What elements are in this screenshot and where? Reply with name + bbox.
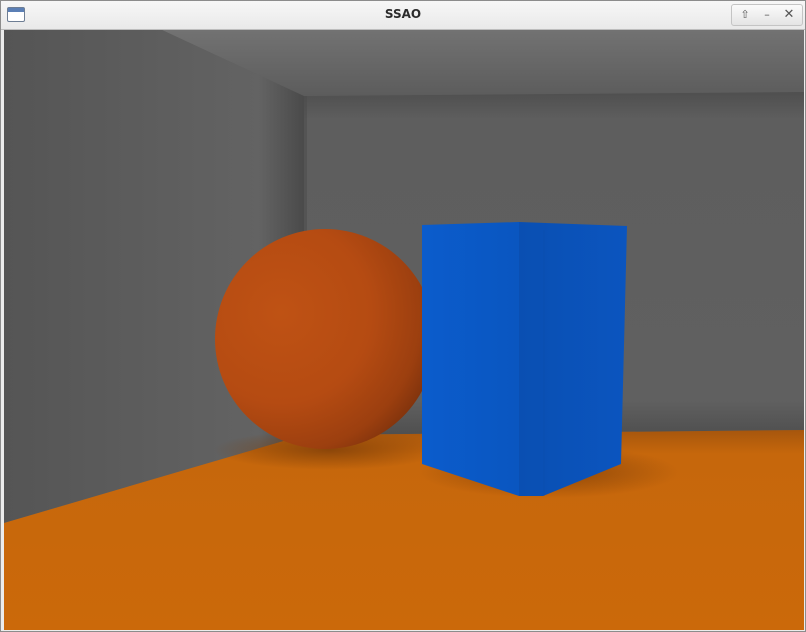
window-title: SSAO <box>384 7 422 21</box>
title-bar[interactable]: SSAO ⇧ – ✕ <box>1 1 805 30</box>
ssao-scene <box>4 30 804 630</box>
window-controls: ⇧ – ✕ <box>731 4 803 26</box>
minimize-icon[interactable]: – <box>756 5 778 25</box>
app-window: SSAO ⇧ – ✕ <box>0 0 806 632</box>
render-viewport[interactable] <box>4 30 804 630</box>
close-icon[interactable]: ✕ <box>778 5 800 25</box>
restore-icon[interactable]: ⇧ <box>734 5 756 25</box>
blue-box-side <box>519 222 627 496</box>
orange-sphere <box>215 229 435 449</box>
blue-box-front <box>422 222 519 496</box>
